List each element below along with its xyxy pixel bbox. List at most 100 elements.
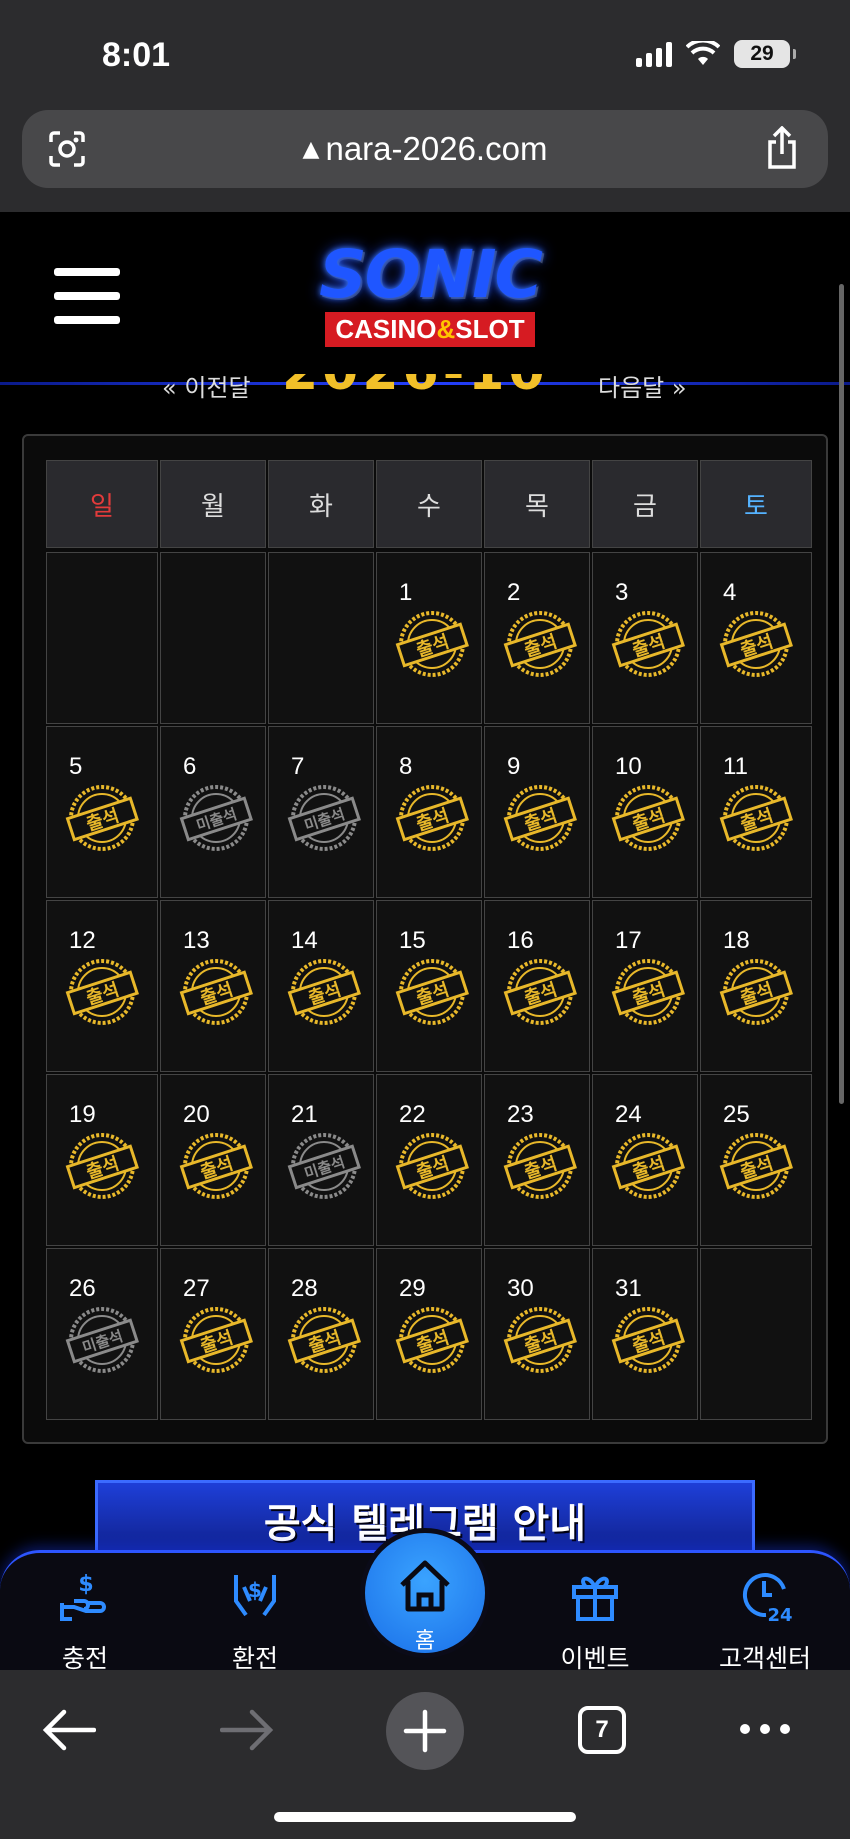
attended-stamp: 출석	[503, 959, 577, 1025]
calendar-day-cell: 17 출석	[592, 900, 698, 1072]
stamp-label: 출석	[414, 979, 452, 1009]
month-nav: « 이전달 2026-10 다음달 »	[0, 374, 850, 404]
day-number: 1	[399, 579, 413, 606]
calendar-day-cell: 16 출석	[484, 900, 590, 1072]
stamp-label: 출석	[306, 1327, 344, 1357]
url-bar[interactable]: ▲ nara-2026.com	[22, 110, 828, 188]
day-number: 18	[723, 927, 750, 954]
forward-arrow-icon[interactable]	[220, 1708, 274, 1752]
attended-stamp: 출석	[503, 1133, 577, 1199]
wifi-icon	[686, 41, 720, 65]
nav-event[interactable]: 이벤트	[530, 1567, 660, 1675]
calendar-day-cell: 3 출석	[592, 552, 698, 724]
day-number: 27	[183, 1275, 210, 1302]
browser-url-area: ▲ nara-2026.com	[0, 110, 850, 212]
attended-stamp: 출석	[179, 959, 253, 1025]
new-tab-button[interactable]	[386, 1692, 464, 1770]
calendar-day-cell: 31 출석	[592, 1248, 698, 1420]
attended-stamp: 출석	[395, 1133, 469, 1199]
attended-stamp: 출석	[719, 785, 793, 851]
battery-icon: 29	[734, 40, 796, 68]
stamp-label: 출석	[198, 1327, 236, 1357]
attended-stamp: 출석	[65, 785, 139, 851]
back-arrow-icon[interactable]	[42, 1708, 96, 1752]
day-number: 4	[723, 579, 737, 606]
logo-subtitle: CASINO&SLOT	[325, 312, 535, 347]
share-icon[interactable]	[762, 126, 802, 170]
svg-text:$: $	[78, 1572, 93, 1597]
weekday-tue: 화	[268, 460, 374, 548]
nav-home-label: 홈	[414, 1629, 436, 1654]
stamp-label: 출석	[630, 1327, 668, 1357]
url-text: nara-2026.com	[325, 130, 548, 167]
day-number: 23	[507, 1101, 534, 1128]
calendar-day-cell: 4 출석	[700, 552, 812, 724]
stamp-label: 출석	[522, 979, 560, 1009]
day-number: 2	[507, 579, 521, 606]
scroll-indicator	[839, 284, 844, 1104]
weekday-thu: 목	[484, 460, 590, 548]
calendar-day-cell: 6 미출석	[160, 726, 266, 898]
weekday-wed: 수	[376, 460, 482, 548]
hamburger-menu-icon[interactable]	[54, 268, 120, 324]
more-icon[interactable]	[738, 1722, 792, 1736]
missed-stamp: 미출석	[179, 785, 253, 851]
page-menu-icon[interactable]	[48, 130, 86, 168]
nav-home-button[interactable]: 홈	[360, 1528, 490, 1658]
stamp-label: 출석	[522, 631, 560, 661]
calendar-day-cell: 28 출석	[268, 1248, 374, 1420]
day-number: 21	[291, 1101, 318, 1128]
stamp-label: 출석	[630, 979, 668, 1009]
day-number: 16	[507, 927, 534, 954]
day-number: 22	[399, 1101, 426, 1128]
calendar-day-cell	[160, 552, 266, 724]
calendar-day-cell: 5 출석	[46, 726, 158, 898]
weekday-mon: 월	[160, 460, 266, 548]
stamp-label: 출석	[198, 1153, 236, 1183]
stamp-label: 출석	[522, 1153, 560, 1183]
stamp-label: 출석	[414, 1153, 452, 1183]
stamp-label: 출석	[738, 1153, 776, 1183]
stamp-label: 출석	[84, 1153, 122, 1183]
nav-withdraw[interactable]: $ 환전	[190, 1567, 320, 1675]
calendar-day-cell: 26 미출석	[46, 1248, 158, 1420]
calendar-day-cell: 20 출석	[160, 1074, 266, 1246]
day-number: 26	[69, 1275, 96, 1302]
site-logo[interactable]: SONIC CASINO&SLOT	[290, 240, 570, 350]
nav-deposit[interactable]: $ 충전	[20, 1567, 150, 1675]
attended-stamp: 출석	[611, 959, 685, 1025]
attended-stamp: 출석	[503, 785, 577, 851]
weekday-sun: 일	[46, 460, 158, 548]
calendar-day-cell: 23 출석	[484, 1074, 590, 1246]
calendar-day-cell: 22 출석	[376, 1074, 482, 1246]
attended-stamp: 출석	[287, 959, 361, 1025]
tabs-button[interactable]: 7	[578, 1706, 626, 1754]
day-number: 17	[615, 927, 642, 954]
day-number: 30	[507, 1275, 534, 1302]
stamp-label: 출석	[630, 805, 668, 835]
home-icon	[400, 1560, 450, 1612]
support-24h-icon: 24	[742, 1573, 793, 1626]
day-number: 13	[183, 927, 210, 954]
stamp-label: 출석	[738, 631, 776, 661]
calendar-day-cell: 18 출석	[700, 900, 812, 1072]
weekday-sat: 토	[700, 460, 812, 548]
stamp-label: 출석	[84, 979, 122, 1009]
attended-stamp: 출석	[503, 1307, 577, 1373]
calendar-day-cell: 30 출석	[484, 1248, 590, 1420]
deposit-icon: $	[60, 1572, 106, 1621]
attended-stamp: 출석	[611, 611, 685, 677]
prev-month-link[interactable]: « 이전달	[162, 374, 251, 403]
home-indicator	[274, 1812, 576, 1822]
stamp-label: 출석	[630, 1153, 668, 1183]
stamp-label: 출석	[414, 1327, 452, 1357]
stamp-label: 출석	[738, 979, 776, 1009]
nav-support[interactable]: 24 고객센터	[700, 1567, 830, 1675]
site-header: SONIC CASINO&SLOT	[0, 212, 850, 385]
stamp-label: 출석	[522, 805, 560, 835]
attended-stamp: 출석	[719, 959, 793, 1025]
svg-text:$: $	[248, 1578, 262, 1602]
day-number: 5	[69, 753, 83, 780]
calendar-day-cell	[268, 552, 374, 724]
next-month-link[interactable]: 다음달 »	[598, 374, 687, 403]
